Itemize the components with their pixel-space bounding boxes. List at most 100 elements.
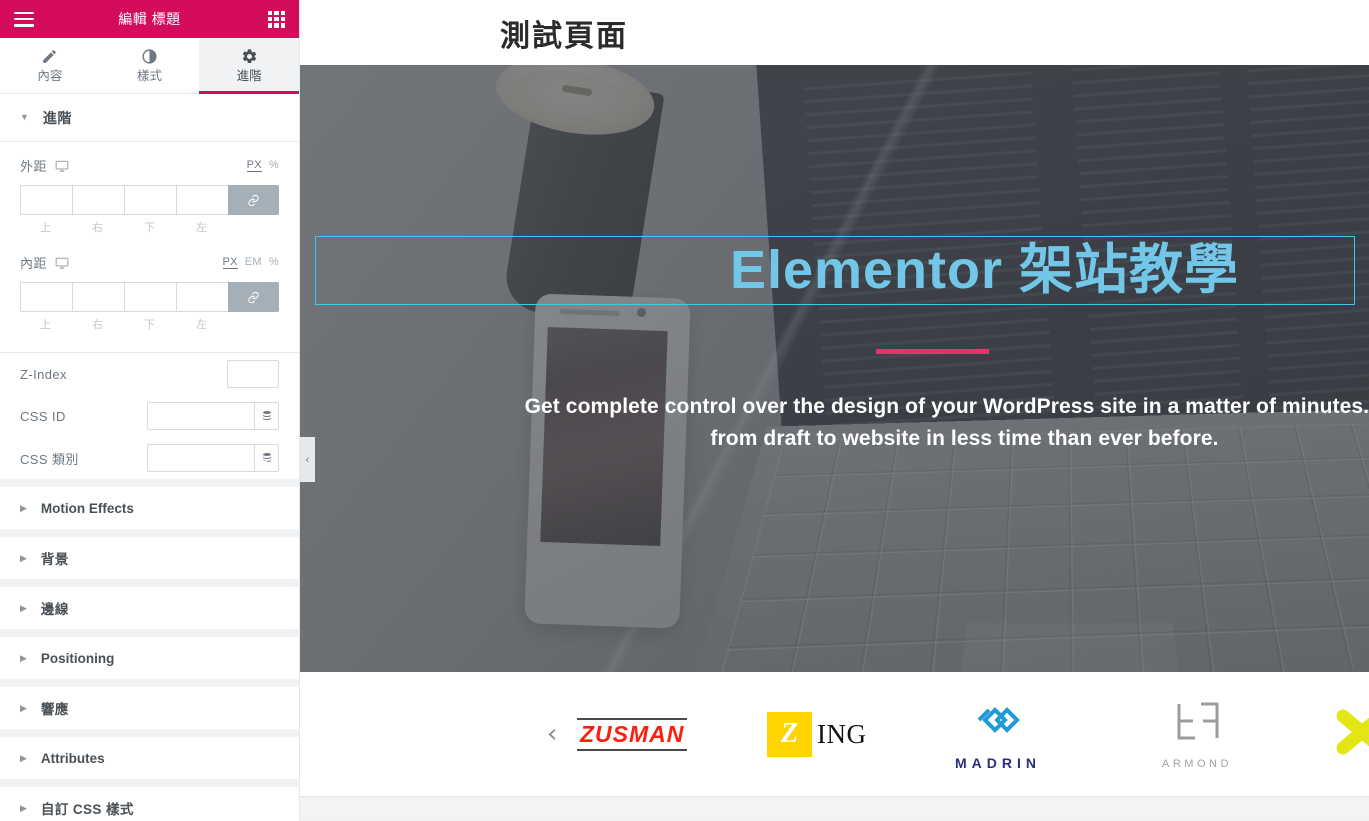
- caret-right-icon: ▶: [20, 802, 27, 813]
- z-index-input[interactable]: [227, 360, 279, 388]
- margin-legend-left: 左: [196, 222, 208, 234]
- monitor-icon[interactable]: [55, 256, 69, 270]
- padding-units: PX EM %: [222, 256, 279, 269]
- padding-control: 內距 PX EM % 上 右 下 左: [0, 239, 299, 336]
- elementor-panel: 編輯 標題 內容 樣式 進階 ▼ 進階 外距 PX % 上 右 下 左 內距 P…: [0, 0, 300, 821]
- dynamic-tags-icon[interactable]: [254, 402, 279, 430]
- accordion-responsive-label: 響應: [40, 702, 69, 717]
- margin-legend-bottom: 下: [144, 222, 156, 234]
- page-title-bar: 測試頁面: [300, 0, 1369, 65]
- padding-unit-em[interactable]: EM: [245, 256, 262, 268]
- margin-top-input[interactable]: [20, 185, 72, 215]
- carousel-prev-arrow[interactable]: ‹: [547, 721, 557, 747]
- accordion-border-label: 邊線: [40, 602, 69, 617]
- gear-icon: [241, 48, 258, 65]
- pencil-icon: [41, 48, 58, 65]
- logo-item-x[interactable]: [1335, 672, 1369, 796]
- section-advanced-title: 進階: [42, 109, 72, 126]
- hero-content: Elementor 架站教學 Get complete control over…: [300, 65, 1369, 672]
- hamburger-menu-icon[interactable]: [14, 11, 34, 27]
- logo-item-madrin[interactable]: MADRIN: [955, 672, 1041, 796]
- contrast-icon: [141, 48, 158, 65]
- caret-down-icon: ▼: [20, 112, 29, 122]
- hero-section[interactable]: Elementor 架站教學 Get complete control over…: [300, 65, 1369, 672]
- margin-unit-px[interactable]: PX: [246, 159, 262, 172]
- padding-right-input[interactable]: [72, 282, 124, 312]
- css-id-label: CSS ID: [20, 408, 66, 424]
- padding-legend-bottom: 下: [144, 319, 156, 331]
- hero-subtext: Get complete control over the design of …: [524, 395, 1369, 450]
- padding-legend-right: 右: [92, 319, 104, 331]
- monitor-icon[interactable]: [55, 159, 69, 173]
- margin-left-input[interactable]: [176, 185, 228, 215]
- logo-item-zing[interactable]: Z ING: [767, 672, 867, 796]
- logo-zusman-text: ZUSMAN: [577, 717, 688, 751]
- panel-tabs: 內容 樣式 進階: [0, 38, 299, 94]
- accordion-border[interactable]: ▶ 邊線: [0, 579, 299, 629]
- accordion-motion-effects-label: Motion Effects: [40, 500, 134, 516]
- padding-bottom-input[interactable]: [124, 282, 176, 312]
- section-advanced-header[interactable]: ▼ 進階: [0, 94, 299, 142]
- css-class-input[interactable]: [147, 444, 254, 472]
- field-css-id: CSS ID: [0, 395, 299, 437]
- tab-content[interactable]: 內容: [0, 38, 100, 93]
- accordion-custom-css-label: 自訂 CSS 樣式: [40, 802, 134, 817]
- caret-right-icon: ▶: [20, 502, 27, 513]
- padding-legend: 上 右 下 左: [20, 316, 279, 332]
- logo-item-armond[interactable]: ARMOND: [1162, 672, 1232, 796]
- css-class-label: CSS 類別: [20, 451, 79, 467]
- field-css-class: CSS 類別: [0, 437, 299, 479]
- margin-bottom-input[interactable]: [124, 185, 176, 215]
- tab-advanced[interactable]: 進階: [199, 38, 299, 94]
- margin-right-input[interactable]: [72, 185, 124, 215]
- accordion-background-label: 背景: [40, 552, 69, 567]
- preview-canvas: 測試頁面 Elementor 架站教學 Get complete control…: [300, 0, 1369, 821]
- margin-link-icon[interactable]: [228, 185, 279, 215]
- tab-advanced-label: 進階: [236, 69, 262, 84]
- logo-carousel: ‹ ZUSMAN Z ING MADRIN ARMOND: [300, 672, 1369, 796]
- hero-divider: [876, 349, 989, 355]
- margin-legend: 上 右 下 左: [20, 219, 279, 235]
- panel-header: 編輯 標題: [0, 0, 299, 38]
- logo-x-mark: [1335, 706, 1369, 763]
- accordion-positioning[interactable]: ▶ Positioning: [0, 629, 299, 679]
- caret-right-icon: ▶: [20, 652, 27, 663]
- elementor-editor: 編輯 標題 內容 樣式 進階 ▼ 進階 外距 PX % 上 右 下 左 內距 P…: [0, 0, 1369, 821]
- tab-style-label: 樣式: [137, 69, 163, 84]
- margin-units: PX %: [246, 159, 279, 172]
- accordion-motion-effects[interactable]: ▶ Motion Effects: [0, 479, 299, 529]
- grid-icon[interactable]: [268, 10, 285, 28]
- accordion-attributes-label: Attributes: [40, 750, 105, 766]
- padding-unit-percent[interactable]: %: [269, 256, 279, 268]
- padding-left-input[interactable]: [176, 282, 228, 312]
- z-index-label: Z-Index: [20, 366, 67, 382]
- accordion-responsive[interactable]: ▶ 響應: [0, 679, 299, 729]
- margin-unit-percent[interactable]: %: [269, 159, 279, 171]
- heading-widget-selected[interactable]: Elementor 架站教學: [314, 236, 1355, 306]
- tab-content-label: 內容: [37, 69, 63, 84]
- accordion-positioning-label: Positioning: [40, 650, 115, 666]
- accordion-background[interactable]: ▶ 背景: [0, 529, 299, 579]
- tab-style[interactable]: 樣式: [99, 38, 200, 93]
- margin-inputs: [20, 185, 279, 215]
- logo-armond-text: ARMOND: [1162, 758, 1232, 770]
- logo-item-zusman[interactable]: ZUSMAN: [577, 672, 688, 796]
- margin-legend-right: 右: [92, 222, 104, 234]
- padding-top-input[interactable]: [20, 282, 72, 312]
- logo-madrin-mark: [967, 698, 1029, 747]
- logo-armond-mark: [1171, 698, 1223, 749]
- panel-collapse-handle[interactable]: ‹: [300, 437, 315, 482]
- logo-zing-mark: Z: [767, 711, 812, 757]
- padding-legend-top: 上: [40, 319, 52, 331]
- accordion-attributes[interactable]: ▶ Attributes: [0, 729, 299, 779]
- padding-link-icon[interactable]: [228, 282, 279, 312]
- dynamic-tags-icon[interactable]: [254, 444, 279, 472]
- padding-unit-px[interactable]: PX: [222, 256, 238, 269]
- footer-strip: [300, 796, 1369, 821]
- field-z-index: Z-Index: [0, 353, 299, 395]
- panel-title: 編輯 標題: [118, 11, 181, 27]
- padding-inputs: [20, 282, 279, 312]
- caret-right-icon: ▶: [20, 702, 27, 713]
- css-id-input[interactable]: [147, 402, 254, 430]
- accordion-custom-css[interactable]: ▶ 自訂 CSS 樣式: [0, 779, 299, 821]
